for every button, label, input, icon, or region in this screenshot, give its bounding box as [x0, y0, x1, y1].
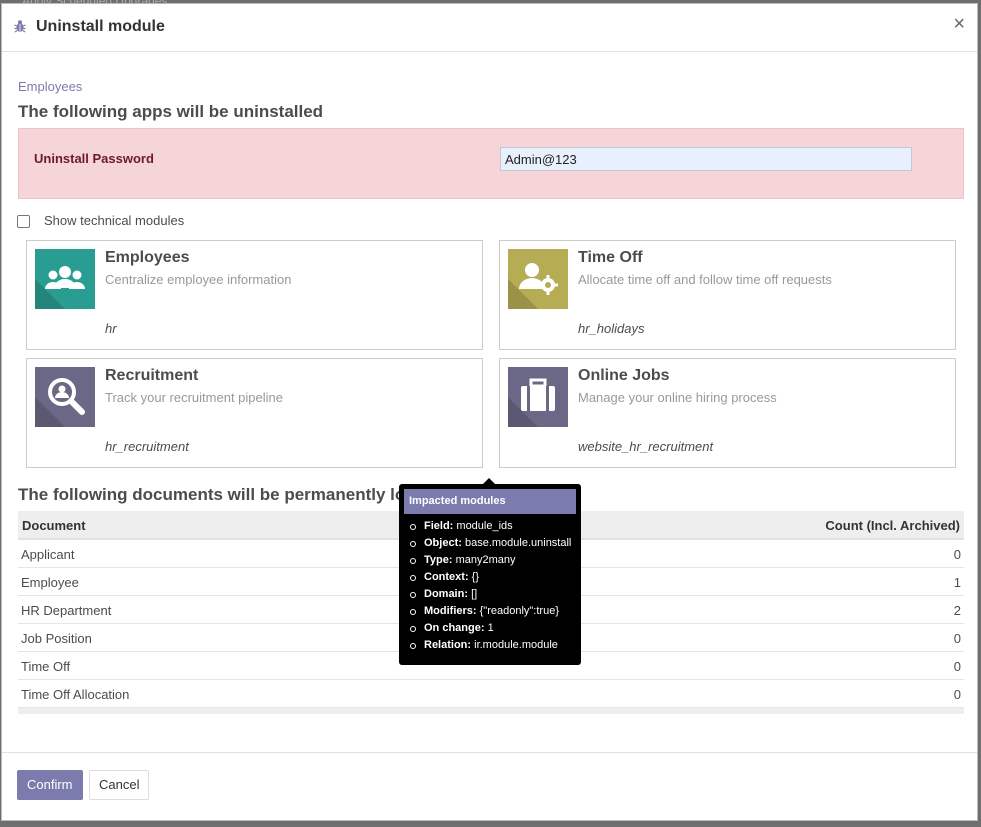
magnifier-icon — [35, 367, 95, 427]
document-count: 1 — [953, 575, 961, 590]
document-count: 2 — [953, 603, 961, 618]
document-count: 0 — [953, 547, 961, 562]
dialog-header: Uninstall module × — [2, 4, 977, 52]
table-footer — [18, 708, 964, 714]
app-name: Employees — [105, 249, 190, 266]
password-input[interactable] — [500, 147, 912, 171]
dialog-title: Uninstall module — [36, 18, 165, 35]
tooltip-item: Relation: ir.module.module — [409, 637, 571, 654]
bug-icon — [14, 20, 26, 33]
document-name: Job Position — [21, 631, 92, 646]
apps-heading: The following apps will be uninstalled — [18, 102, 324, 121]
document-name: Time Off Allocation — [21, 687, 130, 702]
confirm-button[interactable]: Confirm — [17, 770, 83, 800]
briefcase-icon — [508, 367, 568, 427]
close-icon: × — [953, 13, 965, 35]
app-technical-name: hr_recruitment — [105, 439, 189, 454]
app-description: Allocate time off and follow time off re… — [578, 272, 832, 287]
table-row: Time Off Allocation 0 — [18, 680, 964, 708]
column-header-count: Count (Incl. Archived) — [825, 518, 960, 533]
people-icon — [35, 249, 95, 309]
app-description: Track your recruitment pipeline — [105, 390, 283, 405]
app-card-employees[interactable]: Employees Centralize employee informatio… — [26, 240, 483, 350]
app-name: Time Off — [578, 249, 643, 266]
close-button[interactable]: × — [953, 14, 965, 34]
document-count: 0 — [953, 659, 961, 674]
document-count: 0 — [953, 687, 961, 702]
technical-modules-label: Show technical modules — [44, 213, 185, 228]
app-card-recruitment[interactable]: Recruitment Track your recruitment pipel… — [26, 358, 483, 468]
tooltip-item: Domain: [] — [409, 586, 571, 603]
technical-modules-checkbox[interactable] — [17, 215, 30, 228]
person-gear-icon — [508, 249, 568, 309]
tooltip-item: Field: module_ids — [409, 518, 571, 535]
app-description: Manage your online hiring process — [578, 390, 777, 405]
app-name: Online Jobs — [578, 367, 670, 384]
app-technical-name: hr — [105, 321, 117, 336]
tooltip-title: Impacted modules — [404, 489, 576, 514]
app-technical-name: hr_holidays — [578, 321, 645, 336]
breadcrumb-employees-link[interactable]: Employees — [18, 79, 82, 94]
tooltip-item: Modifiers: {"readonly":true} — [409, 603, 571, 620]
tooltip-list: Field: module_ids Object: base.module.un… — [409, 518, 571, 654]
impacted-modules-tooltip: Impacted modules Field: module_ids Objec… — [399, 484, 581, 665]
documents-heading: The following documents will be permanen… — [18, 485, 421, 504]
document-name: Time Off — [21, 659, 71, 674]
uninstall-dialog: Uninstall module × Employees The followi… — [1, 3, 978, 821]
document-name: Employee — [21, 575, 79, 590]
column-header-document: Document — [22, 518, 86, 533]
tooltip-item: On change: 1 — [409, 620, 571, 637]
document-name: HR Department — [21, 603, 112, 618]
app-description: Centralize employee information — [105, 272, 292, 287]
app-name: Recruitment — [105, 367, 199, 384]
document-count: 0 — [953, 631, 961, 646]
dialog-footer: Confirm Cancel — [2, 752, 977, 822]
app-technical-name: website_hr_recruitment — [578, 439, 714, 454]
tooltip-item: Context: {} — [409, 569, 571, 586]
password-label: Uninstall Password — [34, 151, 154, 166]
app-card-time-off[interactable]: Time Off Allocate time off and follow ti… — [499, 240, 956, 350]
document-name: Applicant — [21, 547, 75, 562]
cancel-button[interactable]: Cancel — [89, 770, 150, 800]
tooltip-item: Type: many2many — [409, 552, 571, 569]
tooltip-item: Object: base.module.uninstall — [409, 535, 571, 552]
password-panel: Uninstall Password — [18, 128, 964, 199]
app-card-online-jobs[interactable]: Online Jobs Manage your online hiring pr… — [499, 358, 956, 468]
